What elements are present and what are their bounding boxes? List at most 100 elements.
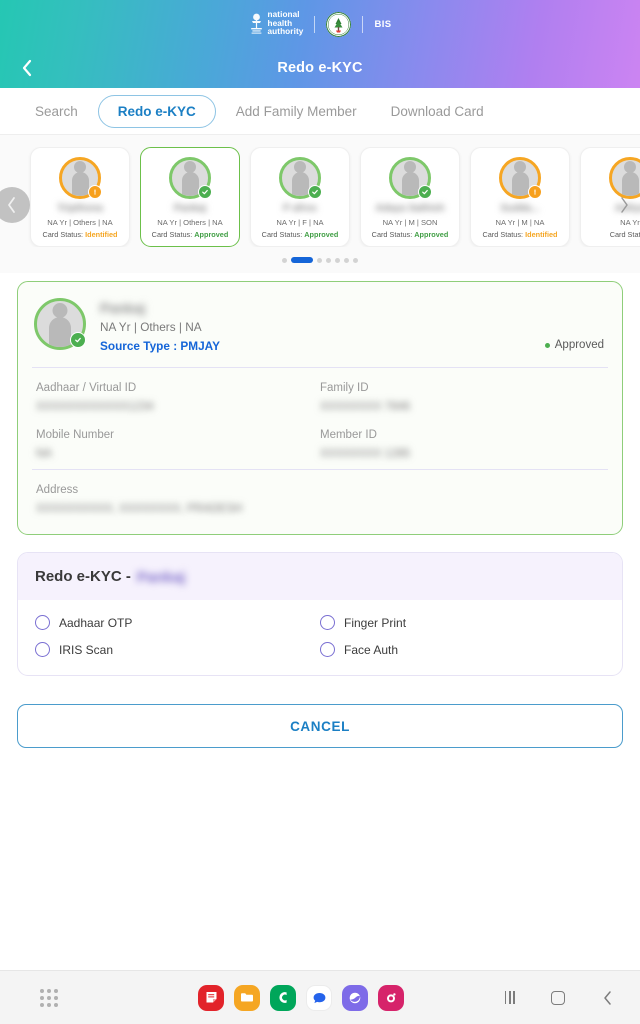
option-iris-scan[interactable]: IRIS Scan (35, 642, 320, 657)
field-member-id: Member ID XXXXXXXX 1285 (320, 429, 604, 461)
field-value: XXXXXXXXXXXX1234 (36, 401, 154, 413)
option-label: Aadhaar OTP (59, 615, 133, 630)
phone-icon[interactable] (270, 984, 296, 1011)
page-title: Redo e-KYC (277, 60, 363, 76)
member-card-status: Card Status: Identified (475, 230, 565, 239)
title-bar: Redo e-KYC (0, 48, 640, 88)
option-finger-print[interactable]: Finger Print (320, 615, 605, 630)
field-value: NA (36, 448, 52, 460)
back-icon[interactable] (601, 990, 614, 1006)
field-label: Member ID (320, 429, 377, 441)
bis-label: BIS (374, 18, 392, 30)
option-label: Finger Print (344, 615, 407, 630)
option-label: Face Auth (344, 642, 399, 657)
status-badge-icon (418, 185, 432, 199)
tab-redo-ekyc[interactable]: Redo e-KYC (97, 94, 216, 128)
recents-icon[interactable] (504, 991, 515, 1004)
detail-fields-grid: Aadhaar / Virtual ID XXXXXXXXXXXX1234 Fa… (18, 368, 622, 469)
member-avatar (169, 157, 212, 199)
card-status-label: Card Status: (371, 230, 413, 239)
member-card[interactable]: P afros NA Yr | F | NA Card Status: Appr… (250, 147, 350, 247)
radio-icon[interactable] (35, 615, 50, 630)
pagination-dot[interactable] (335, 257, 340, 263)
member-meta: NA Yr | Others | NA (47, 218, 113, 227)
detail-status-text: Approved (554, 339, 604, 351)
pagination-dot[interactable] (326, 257, 331, 263)
card-status-label: Card Status: (482, 230, 524, 239)
person-silhouette-icon (291, 172, 309, 196)
home-icon[interactable] (551, 990, 565, 1005)
card-status-value: Approved (194, 230, 229, 239)
globe-glyph (349, 992, 361, 1003)
detail-avatar (34, 298, 86, 350)
carousel-next-button[interactable] (612, 193, 636, 217)
detail-source-type[interactable]: Source Type : PMJAY (100, 339, 220, 353)
radio-icon[interactable] (35, 642, 50, 657)
samsung-notes-icon[interactable] (198, 984, 224, 1011)
tab-add-family-member[interactable]: Add Family Member (219, 104, 374, 119)
messages-icon[interactable] (306, 984, 332, 1011)
check-icon (422, 189, 428, 195)
redo-ekyc-panel-title: Redo e-KYC - Pankaj (18, 553, 622, 600)
redo-title-prefix: Redo e-KYC - (35, 568, 131, 585)
option-label: IRIS Scan (59, 642, 114, 657)
instagram-icon[interactable] (378, 984, 404, 1011)
status-badge-icon (70, 332, 86, 348)
option-aadhaar-otp[interactable]: Aadhaar OTP (35, 615, 320, 630)
check-icon (75, 337, 81, 343)
tab-download-card[interactable]: Download Card (374, 104, 501, 119)
member-meta: NA Yr | F | NA (276, 218, 324, 227)
tab-search[interactable]: Search (18, 104, 95, 119)
member-card-status: Card Status: Approved (255, 230, 345, 239)
status-badge-icon (308, 185, 322, 199)
member-carousel: Tripthona NA Yr | Others | NA Card Statu… (0, 135, 640, 273)
status-badge-icon (88, 185, 102, 199)
my-files-icon[interactable] (234, 984, 260, 1011)
folder-glyph (241, 993, 253, 1002)
carousel-track[interactable]: Tripthona NA Yr | Others | NA Card Statu… (0, 147, 640, 247)
pagination-dot[interactable] (282, 257, 287, 263)
check-icon (312, 189, 318, 195)
field-value: XXXXXXXXXX, XXXXXXXX, PRADESH (36, 503, 243, 515)
person-silhouette-icon (181, 172, 199, 196)
pagination-dot[interactable] (353, 257, 358, 263)
person-silhouette-icon (49, 317, 71, 347)
member-card-status: Card Status: Identified (35, 230, 125, 239)
field-aadhaar: Aadhaar / Virtual ID XXXXXXXXXXXX1234 (36, 382, 320, 414)
pagination-dot[interactable] (317, 257, 322, 263)
member-name: Pankaj (173, 203, 207, 214)
system-nav-buttons (504, 990, 614, 1006)
radio-icon[interactable] (320, 642, 335, 657)
card-status-value: Identified (85, 230, 118, 239)
note-glyph (206, 992, 216, 1003)
samsung-internet-icon[interactable] (342, 984, 368, 1011)
detail-info: Pankaj NA Yr | Others | NA Source Type :… (100, 298, 220, 353)
member-avatar (389, 157, 432, 199)
cancel-button[interactable]: CANCEL (17, 704, 623, 748)
member-card-selected[interactable]: Pankaj NA Yr | Others | NA Card Status: … (140, 147, 240, 247)
status-badge-icon (198, 185, 212, 199)
nha-line-3: authority (267, 27, 304, 37)
option-face-auth[interactable]: Face Auth (320, 642, 605, 657)
member-card[interactable]: Sudda... NA Yr | M | NA Card Status: Ide… (470, 147, 570, 247)
app-grid-icon[interactable] (40, 988, 58, 1007)
chat-bubble-glyph (313, 992, 325, 1003)
member-card[interactable]: Adaya Sathish NA Yr | M | SON Card Statu… (360, 147, 460, 247)
card-status-value: Identified (525, 230, 558, 239)
member-meta: NA Yr | Others | NA (157, 218, 223, 227)
detail-member-name: Pankaj (100, 300, 146, 316)
member-card[interactable]: Tripthona NA Yr | Others | NA Card Statu… (30, 147, 130, 247)
redo-title-member-name: Pankaj (136, 568, 186, 585)
radio-icon[interactable] (320, 615, 335, 630)
person-silhouette-icon (71, 172, 89, 196)
back-button[interactable] (14, 55, 40, 81)
chevron-left-icon (22, 59, 32, 77)
field-value: XXXXXXXX 1285 (320, 448, 411, 460)
carousel-pagination (0, 247, 640, 269)
nha-wordmark: national health authority (267, 10, 304, 37)
pagination-dot[interactable] (344, 257, 349, 263)
check-icon (202, 189, 208, 195)
member-name: Sudda... (500, 203, 540, 214)
pagination-dot-active[interactable] (291, 257, 313, 263)
member-meta: NA Yr | M | SON (382, 218, 438, 227)
